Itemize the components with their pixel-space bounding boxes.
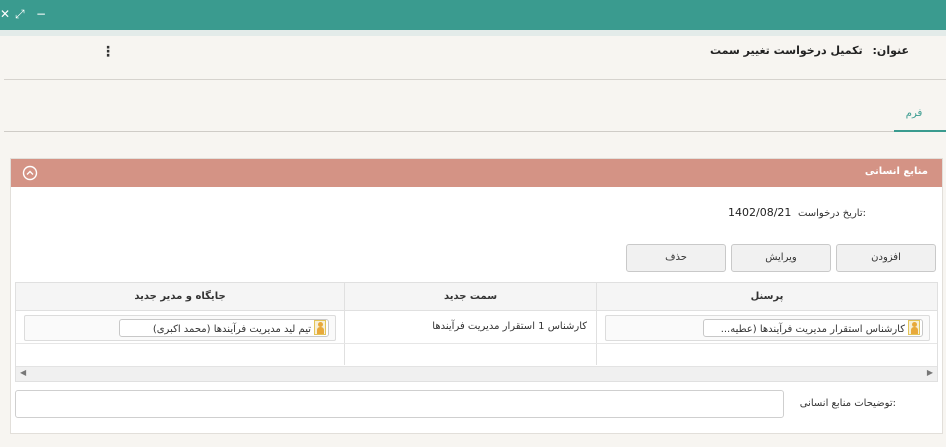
- more-options-icon[interactable]: ⋮: [101, 43, 115, 61]
- new-position-value: کارشناس 1 استقرار مدیریت فرآیندها: [432, 321, 587, 332]
- scroll-right-icon[interactable]: ▶: [927, 368, 933, 377]
- edit-button[interactable]: ویرایش: [731, 244, 831, 272]
- close-icon[interactable]: ✕: [0, 6, 10, 22]
- description-label: توضیحات منابع انسانی:: [799, 398, 896, 409]
- tabs-divider: [4, 131, 894, 132]
- header-divider: [4, 79, 946, 80]
- new-manager-lookup[interactable]: تیم لید مدیریت فرآیندها (محمد اکبری): [24, 315, 336, 341]
- column-header-new-position[interactable]: سمت جدید: [345, 291, 596, 302]
- delete-button[interactable]: حذف: [626, 244, 726, 272]
- panel-title: منابع انسانی: [864, 166, 928, 177]
- horizontal-scrollbar[interactable]: ◀ ▶: [16, 366, 937, 381]
- tab-form[interactable]: فرم: [894, 108, 934, 132]
- column-header-personnel[interactable]: پرسنل: [597, 291, 937, 302]
- new-manager-value: تیم لید مدیریت فرآیندها (محمد اکبری): [152, 324, 311, 335]
- expand-icon[interactable]: ⤢: [15, 6, 25, 22]
- user-icon: [908, 320, 920, 335]
- personnel-chip[interactable]: کارشناس استقرار مدیریت فرآیندها (عطیه...: [703, 319, 923, 337]
- panel-header[interactable]: منابع انسانی: [11, 159, 942, 187]
- request-date-value: 1402/08/21: [728, 206, 792, 219]
- description-input[interactable]: [15, 390, 784, 418]
- user-icon: [314, 320, 326, 335]
- page-title-value: تکمیل درخواست تغییر سمت: [709, 44, 863, 57]
- tab-active-indicator: [894, 130, 946, 132]
- scroll-left-icon[interactable]: ◀: [20, 368, 26, 377]
- personnel-lookup[interactable]: کارشناس استقرار مدیریت فرآیندها (عطیه...: [605, 315, 930, 341]
- column-header-new-manager[interactable]: جایگاه و مدیر جدید: [16, 291, 344, 302]
- titlebar-strip: [0, 30, 946, 36]
- personnel-value: کارشناس استقرار مدیریت فرآیندها (عطیه...: [720, 324, 905, 335]
- new-manager-chip[interactable]: تیم لید مدیریت فرآیندها (محمد اکبری): [119, 319, 329, 337]
- collapse-icon[interactable]: [22, 165, 38, 181]
- row-separator: [16, 343, 937, 344]
- minimize-icon[interactable]: −: [36, 6, 46, 22]
- request-date-label: تاریخ درخواست:: [797, 208, 866, 219]
- personnel-grid: پرسنل سمت جدید جایگاه و مدیر جدید کارشنا…: [15, 282, 938, 382]
- window-titlebar: ✕ ⤢ −: [0, 0, 946, 30]
- add-button[interactable]: افزودن: [836, 244, 936, 272]
- page-title: عنوان: تکمیل درخواست تغییر سمت: [710, 44, 909, 57]
- page-title-key: عنوان:: [872, 44, 909, 57]
